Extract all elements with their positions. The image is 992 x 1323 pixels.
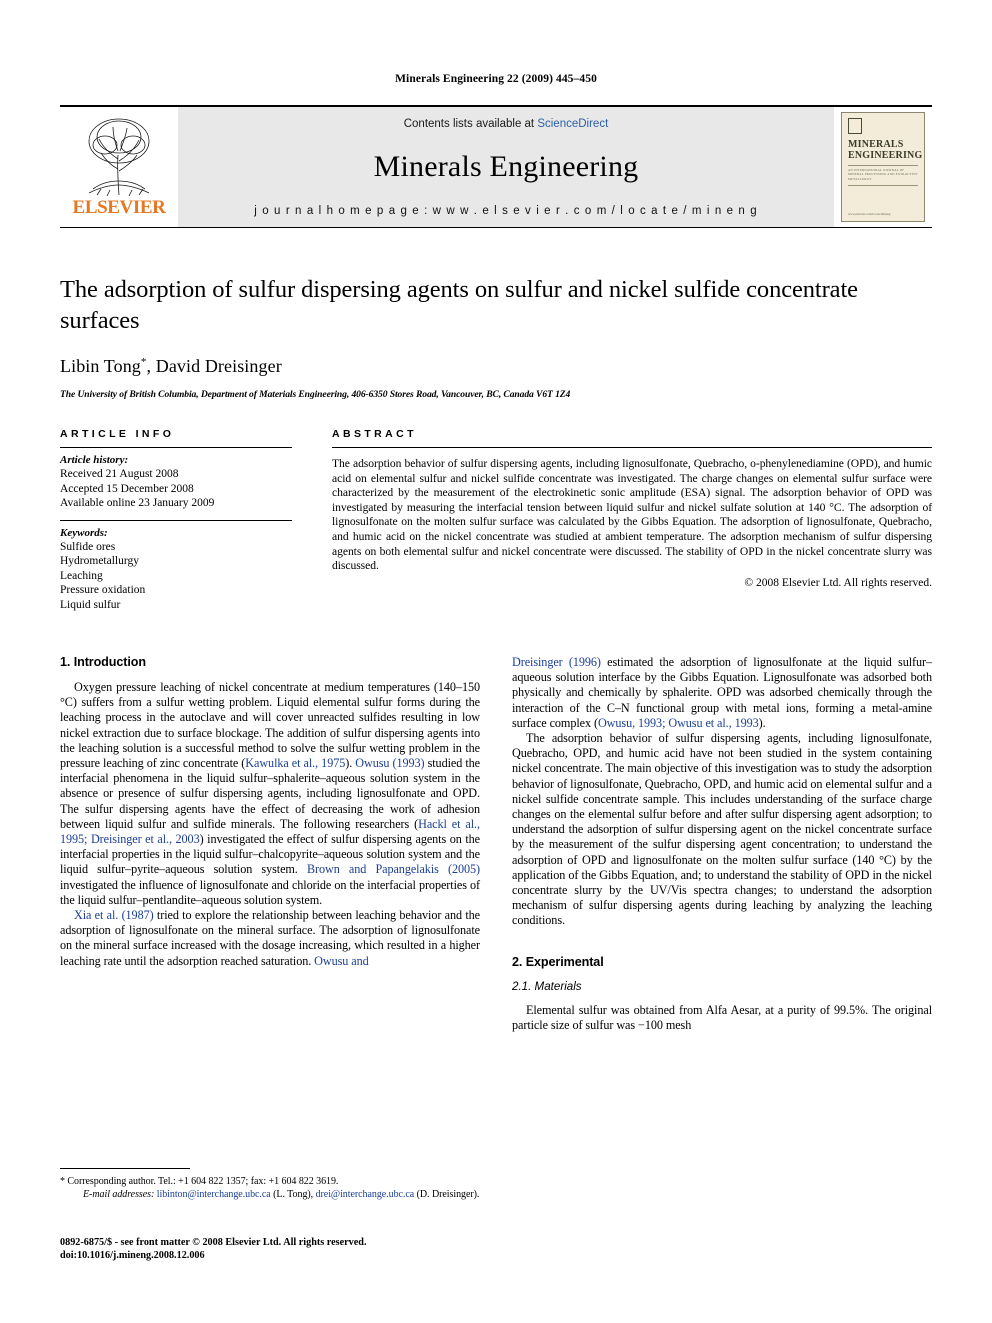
footnote-zone: * Corresponding author. Tel.: +1 604 822… xyxy=(60,1168,480,1201)
heading-introduction: 1. Introduction xyxy=(60,655,146,669)
email-label: E-mail addresses: xyxy=(83,1189,155,1200)
intro-paragraph-2-continued: Dreisinger (1996) estimated the adsorpti… xyxy=(512,655,932,731)
history-available-online: Available online 23 January 2009 xyxy=(60,497,215,509)
cover-divider-2 xyxy=(848,185,918,187)
keyword-item: Hydrometallurgy xyxy=(60,555,139,567)
article-history-label: Article history: xyxy=(60,454,129,466)
journal-title: Minerals Engineering xyxy=(373,150,639,183)
sciencedirect-link[interactable]: ScienceDirect xyxy=(537,118,608,130)
masthead-center: Contents lists available at ScienceDirec… xyxy=(178,107,834,227)
cover-footer: www.elsevier.com/locate/mineng xyxy=(848,211,891,216)
keywords-group: Keywords: Sulfide ores Hydrometallurgy L… xyxy=(60,521,292,622)
corresponding-author-note: * Corresponding author. Tel.: +1 604 822… xyxy=(60,1175,480,1188)
contents-prefix: Contents lists available at xyxy=(403,118,538,130)
intro-paragraph-2: Xia et al. (1987) tried to explore the r… xyxy=(60,908,480,969)
cover-image: MINERALS ENGINEERING AN INTERNATIONAL JO… xyxy=(841,112,925,222)
author-2: , David Dreisinger xyxy=(146,356,282,376)
keyword-item: Sulfide ores xyxy=(60,540,116,553)
paper-page: Minerals Engineering 22 (2009) 445–450 E… xyxy=(0,0,992,1323)
cover-divider xyxy=(848,165,918,166)
cover-title-line2: ENGINEERING xyxy=(848,150,923,161)
abstract-copyright: © 2008 Elsevier Ltd. All rights reserved… xyxy=(744,576,932,589)
footnote-divider xyxy=(60,1168,190,1169)
issn-front-matter: 0892-6875/$ - see front matter © 2008 El… xyxy=(60,1237,367,1248)
history-accepted: Accepted 15 December 2008 xyxy=(60,482,194,495)
cover-elsevier-mark-icon xyxy=(848,118,862,134)
citation-xia[interactable]: Xia et al. (1987) xyxy=(74,908,154,922)
abstract-text: The adsorption behavior of sulfur disper… xyxy=(332,457,932,573)
journal-masthead: ELSEVIER Contents lists available at Sci… xyxy=(60,105,932,228)
title-block: The adsorption of sulfur dispersing agen… xyxy=(60,274,932,400)
author-list: Libin Tong*, David Dreisinger xyxy=(60,356,932,377)
contents-available-line: Contents lists available at ScienceDirec… xyxy=(404,118,609,130)
running-head: Minerals Engineering 22 (2009) 445–450 xyxy=(395,73,597,85)
cover-subtitle: AN INTERNATIONAL JOURNAL OF MINERAL PROC… xyxy=(848,168,918,181)
right-p1-end: ). xyxy=(758,715,766,730)
keyword-item: Pressure oxidation xyxy=(60,584,146,596)
intro-paragraph-3: The adsorption behavior of sulfur disper… xyxy=(512,731,932,928)
citation-owusu-et-al[interactable]: Owusu, 1993; Owusu et al., 1993 xyxy=(598,716,759,730)
article-history-group: Article history: Received 21 August 2008… xyxy=(60,448,292,520)
history-received: Received 21 August 2008 xyxy=(60,468,179,480)
citation-dreisinger-1996[interactable]: Dreisinger (1996) xyxy=(512,655,601,669)
cover-title-line1: MINERALS xyxy=(848,139,904,150)
email-owner-dreisinger: (D. Dreisinger). xyxy=(414,1189,480,1200)
paper-title: The adsorption of sulfur dispersing agen… xyxy=(60,276,858,334)
intro-paragraph-1: Oxygen pressure leaching of nickel conce… xyxy=(60,680,480,908)
keyword-item: Leaching xyxy=(60,569,103,582)
left-column: 1. Introduction Oxygen pressure leaching… xyxy=(60,655,480,1033)
right-column: Dreisinger (1996) estimated the adsorpti… xyxy=(512,655,932,1033)
elsevier-logo: ELSEVIER xyxy=(60,107,178,227)
email-link-tong[interactable]: libinton@interchange.ubc.ca xyxy=(157,1189,271,1200)
intro-p1-part-b: ). xyxy=(345,756,356,771)
citation-kawulka[interactable]: Kawulka et al., 1975 xyxy=(245,756,345,770)
doi-line[interactable]: doi:10.1016/j.mineng.2008.12.006 xyxy=(60,1249,480,1262)
email-note: E-mail addresses: libinton@interchange.u… xyxy=(60,1188,480,1201)
affiliation: The University of British Columbia, Depa… xyxy=(60,389,571,400)
body-columns: 1. Introduction Oxygen pressure leaching… xyxy=(60,655,932,1033)
journal-cover-thumbnail: MINERALS ENGINEERING AN INTERNATIONAL JO… xyxy=(834,107,932,227)
abstract-column: ABSTRACT The adsorption behavior of sulf… xyxy=(332,428,932,621)
materials-paragraph: Elemental sulfur was obtained from Alfa … xyxy=(512,1002,932,1032)
intro-p1-part-e: investigated the influence of lignosulfo… xyxy=(60,877,480,907)
info-abstract-region: ARTICLE INFO Article history: Received 2… xyxy=(60,428,932,621)
article-info-label: ARTICLE INFO xyxy=(60,428,175,440)
author-1: Libin Tong xyxy=(60,356,141,376)
citation-brown-papangelakis[interactable]: Brown and Papangelakis (2005) xyxy=(307,862,480,876)
elsevier-tree-icon xyxy=(88,118,150,197)
heading-materials: 2.1. Materials xyxy=(512,979,582,993)
journal-homepage[interactable]: j o u r n a l h o m e p a g e : w w w . … xyxy=(254,205,757,217)
citation-owusu-1993[interactable]: Owusu (1993) xyxy=(355,756,424,770)
heading-experimental: 2. Experimental xyxy=(512,954,604,969)
corresponding-text: Corresponding author. Tel.: +1 604 822 1… xyxy=(64,1176,339,1187)
imprint-block: 0892-6875/$ - see front matter © 2008 El… xyxy=(60,1236,480,1262)
keywords-label: Keywords: xyxy=(60,526,108,539)
abstract-label: ABSTRACT xyxy=(332,428,417,440)
email-link-dreisinger[interactable]: drei@interchange.ubc.ca xyxy=(316,1189,415,1200)
email-owner-tong: (L. Tong), xyxy=(270,1189,316,1200)
keyword-item: Liquid sulfur xyxy=(60,598,121,611)
article-info-column: ARTICLE INFO Article history: Received 2… xyxy=(60,428,292,621)
elsevier-wordmark: ELSEVIER xyxy=(72,197,166,218)
citation-owusu-and[interactable]: Owusu and xyxy=(314,954,369,968)
